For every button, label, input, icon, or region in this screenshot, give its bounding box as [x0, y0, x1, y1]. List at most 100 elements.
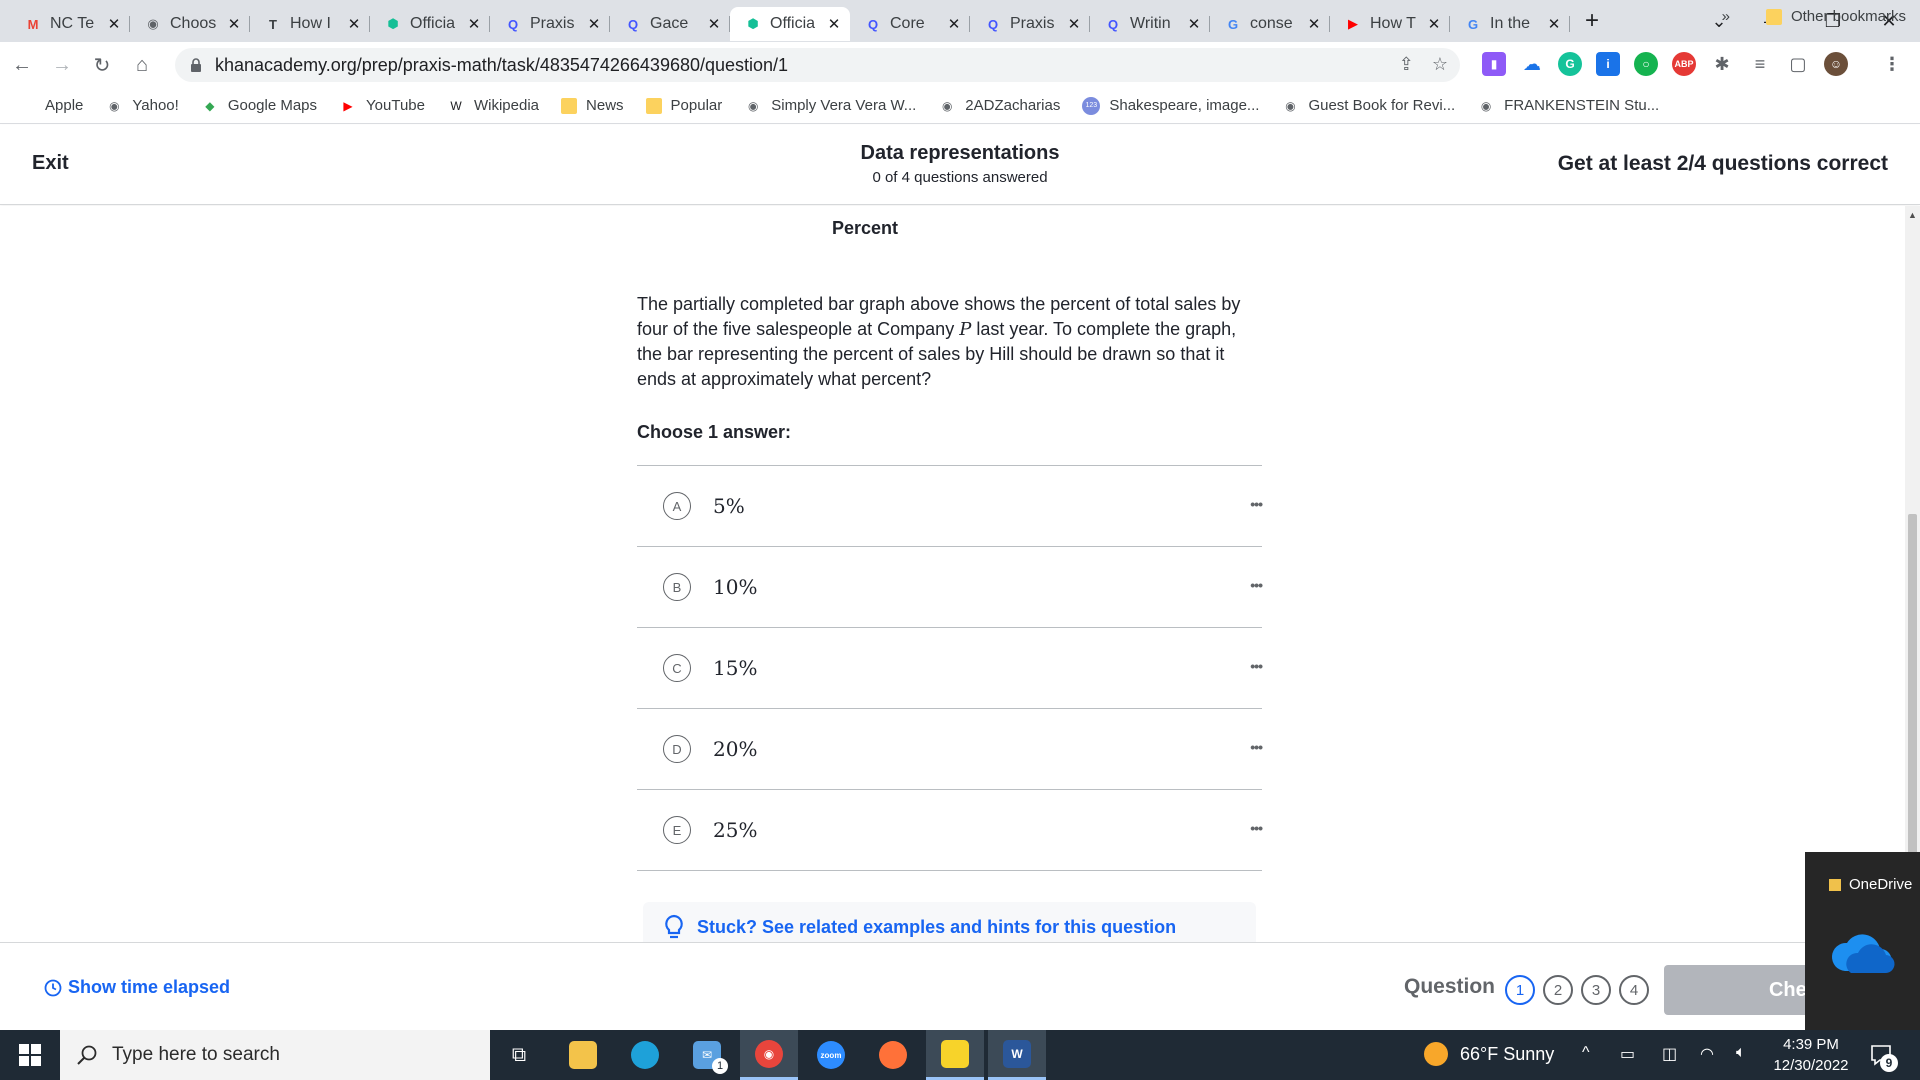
answer-choice[interactable]: B 10% •••: [637, 547, 1263, 628]
other-bookmarks-folder[interactable]: Other bookmarks: [1765, 8, 1906, 25]
side-panel-icon[interactable]: ▢: [1786, 52, 1810, 76]
choice-options-icon[interactable]: •••: [1250, 820, 1263, 836]
hint-box[interactable]: Stuck? See related examples and hints fo…: [643, 902, 1256, 942]
bookmark-item[interactable]: ◉ Guest Book for Revi...: [1281, 97, 1455, 115]
menu-kebab-icon[interactable]: ⋮: [1880, 52, 1904, 76]
page-scrollbar[interactable]: ▲: [1905, 206, 1920, 994]
reload-icon[interactable]: ↻: [84, 47, 120, 83]
browser-tab[interactable]: Q Writin ✕: [1090, 7, 1210, 41]
tray-chevron-icon[interactable]: ^: [1582, 1044, 1590, 1062]
forward-icon[interactable]: →: [44, 47, 80, 83]
share-icon[interactable]: ⇪: [1399, 54, 1414, 75]
scroll-up-arrow-icon[interactable]: ▲: [1908, 210, 1917, 220]
choice-options-icon[interactable]: •••: [1250, 739, 1263, 755]
address-bar[interactable]: khanacademy.org/prep/praxis-math/task/48…: [175, 48, 1460, 82]
weather-widget[interactable]: 66°F Sunny: [1424, 1042, 1554, 1066]
file-explorer-button[interactable]: [554, 1030, 612, 1080]
firefox-button[interactable]: [864, 1030, 922, 1080]
taskbar-search-box[interactable]: Type here to search: [60, 1030, 490, 1080]
tab-close-icon[interactable]: ✕: [1546, 15, 1562, 33]
tab-search-icon[interactable]: ⌄: [1696, 0, 1742, 42]
choice-options-icon[interactable]: •••: [1250, 577, 1263, 593]
browser-tab[interactable]: ⬢ Officia ✕: [730, 7, 850, 41]
tab-close-icon[interactable]: ✕: [1186, 15, 1202, 33]
browser-tab[interactable]: ▶ How T ✕: [1330, 7, 1450, 41]
taskbar-clock[interactable]: 4:39 PM 12/30/2022: [1766, 1034, 1856, 1076]
bookmark-item[interactable]: Popular: [645, 97, 722, 114]
bookmark-item[interactable]: ▶ YouTube: [339, 97, 425, 115]
question-nav-dot[interactable]: 2: [1543, 975, 1573, 1005]
tab-close-icon[interactable]: ✕: [466, 15, 482, 33]
answer-choice[interactable]: A 5% •••: [637, 466, 1263, 547]
tab-close-icon[interactable]: ✕: [586, 15, 602, 33]
tab-close-icon[interactable]: ✕: [1426, 15, 1442, 33]
zoom-button[interactable]: zoom: [802, 1030, 860, 1080]
bookmark-item[interactable]: ◉ 2ADZacharias: [938, 97, 1060, 115]
question-nav-dot[interactable]: 3: [1581, 975, 1611, 1005]
bookmark-item[interactable]: ◆ Google Maps: [201, 97, 317, 115]
adblock-icon[interactable]: ABP: [1672, 52, 1696, 76]
browser-tab[interactable]: ⬢ Officia ✕: [370, 7, 490, 41]
question-nav-dot[interactable]: 4: [1619, 975, 1649, 1005]
bookmark-item[interactable]: News: [561, 97, 624, 114]
new-tab-button[interactable]: +: [1576, 5, 1608, 37]
browser-tab[interactable]: Q Core ✕: [850, 7, 970, 41]
bookmark-star-icon[interactable]: ☆: [1432, 54, 1448, 75]
cloud-extension-icon[interactable]: ☁: [1520, 52, 1544, 76]
tab-close-icon[interactable]: ✕: [826, 15, 842, 33]
bookmark-item[interactable]: 123 Shakespeare, image...: [1082, 96, 1259, 115]
tab-title: How I: [290, 15, 331, 32]
tab-close-icon[interactable]: ✕: [1066, 15, 1082, 33]
tab-close-icon[interactable]: ✕: [706, 15, 722, 33]
battery-icon[interactable]: ▭: [1620, 1044, 1635, 1064]
windows-start-button[interactable]: [0, 1030, 60, 1080]
question-nav-dot[interactable]: 1: [1505, 975, 1535, 1005]
wifi-icon[interactable]: ◠: [1700, 1044, 1714, 1064]
profile-avatar[interactable]: ☺: [1824, 52, 1848, 76]
choice-options-icon[interactable]: •••: [1250, 496, 1263, 512]
bookmark-item[interactable]: W Wikipedia: [447, 97, 539, 115]
mail-button[interactable]: ✉ 1: [678, 1030, 736, 1080]
home-icon[interactable]: ⌂: [124, 47, 160, 83]
word-button[interactable]: W: [988, 1030, 1046, 1080]
browser-tab[interactable]: ◉ Choos ✕: [130, 7, 250, 41]
choice-options-icon[interactable]: •••: [1250, 658, 1263, 674]
task-view-button[interactable]: ⧉: [490, 1030, 548, 1080]
volume-icon[interactable]: 🔈︎: [1736, 1044, 1746, 1062]
extension-icon[interactable]: ▮: [1482, 52, 1506, 76]
bookmark-item[interactable]: Apple: [18, 97, 83, 115]
tab-close-icon[interactable]: ✕: [946, 15, 962, 33]
back-icon[interactable]: ←: [4, 47, 40, 83]
browser-tab[interactable]: Q Praxis ✕: [490, 7, 610, 41]
sticky-notes-button[interactable]: [926, 1030, 984, 1080]
tab-close-icon[interactable]: ✕: [106, 15, 122, 33]
tab-close-icon[interactable]: ✕: [226, 15, 242, 33]
edge-button[interactable]: [616, 1030, 674, 1080]
answer-choice[interactable]: D 20% •••: [637, 709, 1263, 790]
chrome-button[interactable]: ◉: [740, 1030, 798, 1080]
info-extension-icon[interactable]: i: [1596, 52, 1620, 76]
bookmarks-overflow-button[interactable]: »: [1722, 8, 1730, 25]
browser-tab[interactable]: Gconse ✕: [1210, 7, 1330, 41]
browser-tab[interactable]: T How I ✕: [250, 7, 370, 41]
puzzle-extensions-icon[interactable]: ✱: [1710, 52, 1734, 76]
answer-choice[interactable]: E 25% •••: [637, 790, 1263, 871]
onedrive-flyout[interactable]: OneDrive: [1805, 852, 1920, 1030]
hint-link[interactable]: Stuck? See related examples and hints fo…: [697, 917, 1176, 938]
wikipedia-icon: W: [450, 98, 462, 113]
tab-close-icon[interactable]: ✕: [1306, 15, 1322, 33]
meet-now-icon[interactable]: ◫: [1662, 1044, 1677, 1064]
browser-tab[interactable]: Q Gace ✕: [610, 7, 730, 41]
browser-tab[interactable]: M NC Te ✕: [10, 7, 130, 41]
bookmark-item[interactable]: ◉ Yahoo!: [105, 97, 179, 115]
bookmark-item[interactable]: ◉ FRANKENSTEIN Stu...: [1477, 97, 1659, 115]
show-time-elapsed-button[interactable]: Show time elapsed: [44, 977, 230, 998]
browser-tab[interactable]: G In the ✕: [1450, 7, 1570, 41]
reading-list-icon[interactable]: ≡: [1748, 52, 1772, 76]
grammarly-icon[interactable]: G: [1558, 52, 1582, 76]
tab-close-icon[interactable]: ✕: [346, 15, 362, 33]
bookmark-item[interactable]: ◉ Simply Vera Vera W...: [744, 97, 916, 115]
answer-choice[interactable]: C 15% •••: [637, 628, 1263, 709]
circle-extension-icon[interactable]: ○: [1634, 52, 1658, 76]
browser-tab[interactable]: Q Praxis ✕: [970, 7, 1090, 41]
